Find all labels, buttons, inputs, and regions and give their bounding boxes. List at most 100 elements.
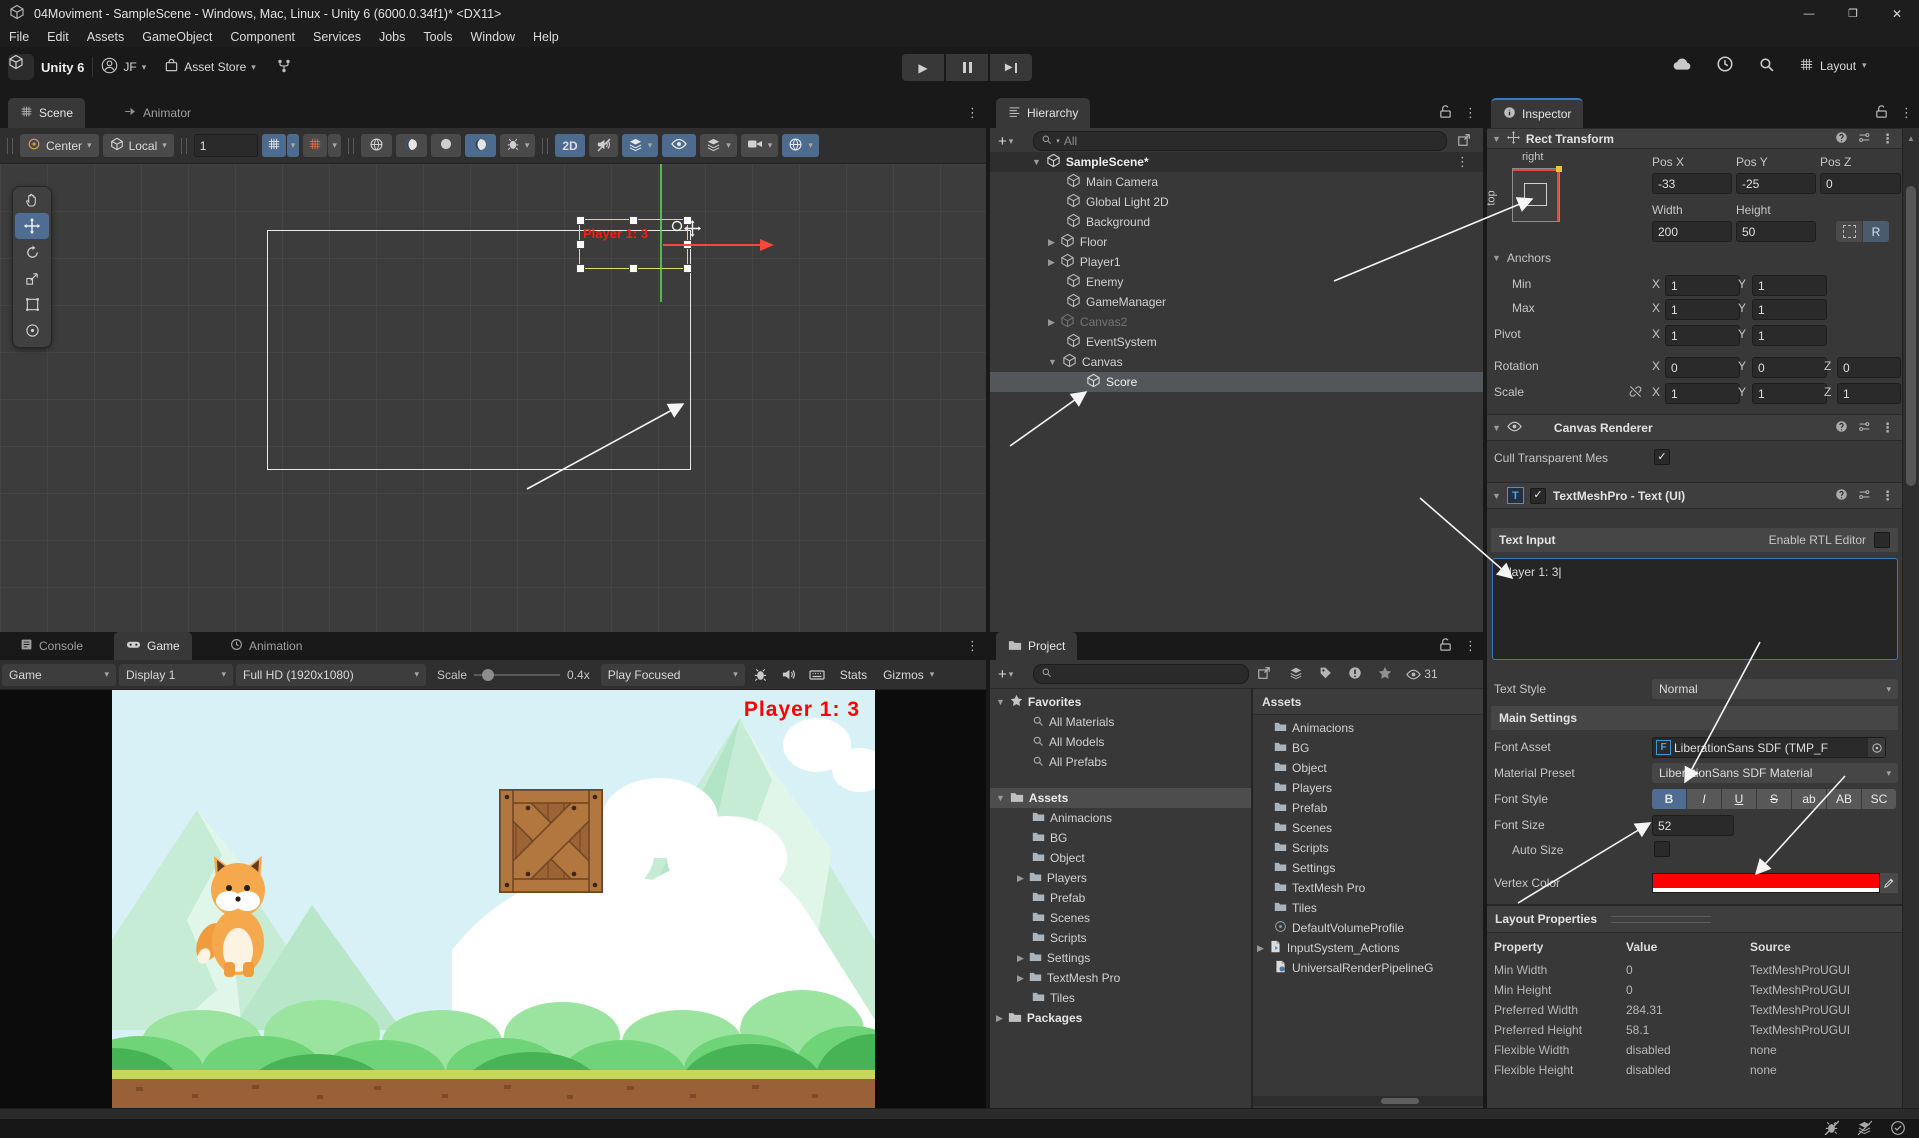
- hierarchy-row[interactable]: ▶Player1: [990, 252, 1483, 272]
- game-view[interactable]: Player 1: 3: [0, 690, 986, 1108]
- project-tree-item[interactable]: Animacions: [990, 808, 1251, 828]
- tab-game[interactable]: Game: [114, 632, 192, 660]
- pos-z-field[interactable]: 0: [1820, 173, 1901, 194]
- asset-item[interactable]: Settings: [1253, 858, 1483, 878]
- lighting-toggle-button[interactable]: [396, 134, 427, 157]
- close-button[interactable]: ✕: [1875, 0, 1919, 27]
- drag-handle[interactable]: [1611, 916, 1711, 923]
- maximize-button[interactable]: ❐: [1831, 0, 1875, 27]
- presets-icon[interactable]: [1858, 488, 1871, 504]
- kebab-icon[interactable]: ⋮: [1881, 488, 1894, 504]
- scale-z-field[interactable]: 1: [1837, 383, 1901, 404]
- project-tree-item[interactable]: Scripts: [990, 928, 1251, 948]
- project-packages-row[interactable]: ▶Packages: [990, 1008, 1251, 1028]
- menu-jobs[interactable]: Jobs: [370, 27, 414, 47]
- scene-pane-kebab-icon[interactable]: ⋮: [966, 105, 979, 121]
- hierarchy-search-input[interactable]: ▾ All: [1033, 131, 1447, 151]
- rotate-tool-button[interactable]: [13, 239, 51, 265]
- pivot-y-field[interactable]: 1: [1752, 325, 1827, 346]
- project-lock-icon[interactable]: [1438, 637, 1453, 655]
- game-keyboard-button[interactable]: [804, 667, 830, 683]
- hierarchy-row[interactable]: EventSystem: [990, 332, 1483, 352]
- foldout-closed-icon[interactable]: ▶: [1257, 943, 1264, 954]
- audio-mute-button[interactable]: [589, 134, 618, 157]
- kebab-icon[interactable]: ⋮: [1881, 131, 1894, 147]
- asset-item[interactable]: BG: [1253, 738, 1483, 758]
- asset-store-dropdown[interactable]: Asset Store ▾: [164, 58, 256, 76]
- scene-viewport[interactable]: Player 1: 3: [0, 164, 986, 632]
- asset-item[interactable]: Prefab: [1253, 798, 1483, 818]
- presets-icon[interactable]: [1858, 420, 1871, 436]
- hierarchy-add-dropdown[interactable]: +▾: [998, 133, 1013, 150]
- project-favorites-row[interactable]: ▼ Favorites: [990, 692, 1251, 712]
- foldout-closed-icon[interactable]: ▶: [1017, 973, 1024, 984]
- project-tree-item[interactable]: Tiles: [990, 988, 1251, 1008]
- italic-button[interactable]: I: [1687, 789, 1722, 809]
- hierarchy-open-new-icon[interactable]: [1457, 133, 1471, 150]
- tool-pivot-dropdown[interactable]: Center ▾: [20, 134, 99, 157]
- project-open-new-icon[interactable]: [1257, 666, 1271, 683]
- menu-tools[interactable]: Tools: [414, 27, 461, 47]
- tool-space-dropdown[interactable]: Local ▾: [103, 134, 174, 157]
- asset-item[interactable]: Object: [1253, 758, 1483, 778]
- menu-assets[interactable]: Assets: [78, 27, 134, 47]
- menu-window[interactable]: Window: [462, 27, 524, 47]
- pos-y-field[interactable]: -25: [1736, 173, 1816, 194]
- scene-visibility-button[interactable]: [662, 134, 696, 157]
- raw-edit-mode-button[interactable]: R: [1863, 221, 1889, 242]
- game-pane-kebab-icon[interactable]: ⋮: [966, 638, 979, 654]
- project-kebab-icon[interactable]: ⋮: [1464, 638, 1477, 654]
- foldout-open-icon[interactable]: ▼: [1032, 157, 1041, 167]
- asset-item[interactable]: UniversalRenderPipelineG: [1253, 958, 1483, 978]
- toolbar-handle[interactable]: [348, 138, 354, 154]
- toolbar-handle[interactable]: [542, 138, 548, 154]
- asset-item[interactable]: Tiles: [1253, 898, 1483, 918]
- game-target-dropdown[interactable]: Game▾: [2, 664, 116, 686]
- foldout-closed-icon[interactable]: ▶: [1017, 953, 1024, 964]
- hierarchy-row-disabled[interactable]: ▶Canvas2: [990, 312, 1483, 332]
- project-tree-item[interactable]: Prefab: [990, 888, 1251, 908]
- asset-item[interactable]: TextMesh Pro: [1253, 878, 1483, 898]
- gizmos-globe-dropdown[interactable]: ▾: [782, 134, 819, 157]
- scale-slider[interactable]: [474, 668, 560, 682]
- inspector-lock-icon[interactable]: [1874, 104, 1889, 122]
- scale-slider-thumb[interactable]: [482, 669, 494, 681]
- search-icon[interactable]: [1758, 56, 1775, 76]
- foldout-open-icon[interactable]: ▼: [1492, 134, 1501, 144]
- bold-button[interactable]: B: [1652, 789, 1687, 809]
- collab-layers-icon[interactable]: [1857, 1120, 1872, 1138]
- project-tree-item[interactable]: BG: [990, 828, 1251, 848]
- hierarchy-lock-icon[interactable]: [1438, 104, 1453, 122]
- project-assets-row-selected[interactable]: ▼ Assets: [990, 788, 1251, 808]
- presets-icon[interactable]: [1858, 131, 1871, 147]
- grid-size-field[interactable]: 1: [194, 134, 258, 157]
- canvas-renderer-header[interactable]: ▼ Canvas Renderer ⋮: [1487, 414, 1902, 441]
- height-field[interactable]: 50: [1736, 221, 1816, 242]
- hand-tool-button[interactable]: [13, 187, 51, 213]
- tab-animation[interactable]: Animation: [218, 632, 314, 660]
- foldout-closed-icon[interactable]: ▶: [1048, 237, 1055, 248]
- hierarchy-row[interactable]: GameManager: [990, 292, 1483, 312]
- width-field[interactable]: 200: [1652, 221, 1732, 242]
- asset-item[interactable]: Animacions: [1253, 718, 1483, 738]
- move-tool-button[interactable]: [15, 213, 49, 239]
- search-by-type-icon[interactable]: [1289, 666, 1303, 683]
- tmp-enabled-checkbox[interactable]: ✓: [1530, 488, 1546, 504]
- rtl-toggle[interactable]: [1874, 532, 1890, 548]
- foldout-open-icon[interactable]: ▼: [1492, 423, 1501, 433]
- hierarchy-row[interactable]: Background: [990, 212, 1483, 232]
- cull-transparent-checkbox[interactable]: ✓: [1654, 449, 1670, 465]
- anchor-min-y-field[interactable]: 1: [1752, 275, 1827, 296]
- stats-button[interactable]: Stats: [833, 668, 874, 682]
- hierarchy-row[interactable]: Global Light 2D: [990, 192, 1483, 212]
- game-debug-button[interactable]: [748, 667, 773, 682]
- kebab-icon[interactable]: ⋮: [1881, 420, 1894, 436]
- hidden-count[interactable]: 31: [1406, 667, 1437, 682]
- project-scrollbar-thumb[interactable]: [1381, 1098, 1419, 1104]
- search-importlog-icon[interactable]: [1348, 666, 1362, 683]
- font-size-field[interactable]: 52: [1652, 815, 1734, 836]
- project-add-dropdown[interactable]: +▾: [998, 666, 1013, 683]
- object-picker-button[interactable]: [1868, 738, 1885, 757]
- hierarchy-row[interactable]: Enemy: [990, 272, 1483, 292]
- 2d-toggle-button[interactable]: 2D: [555, 134, 584, 157]
